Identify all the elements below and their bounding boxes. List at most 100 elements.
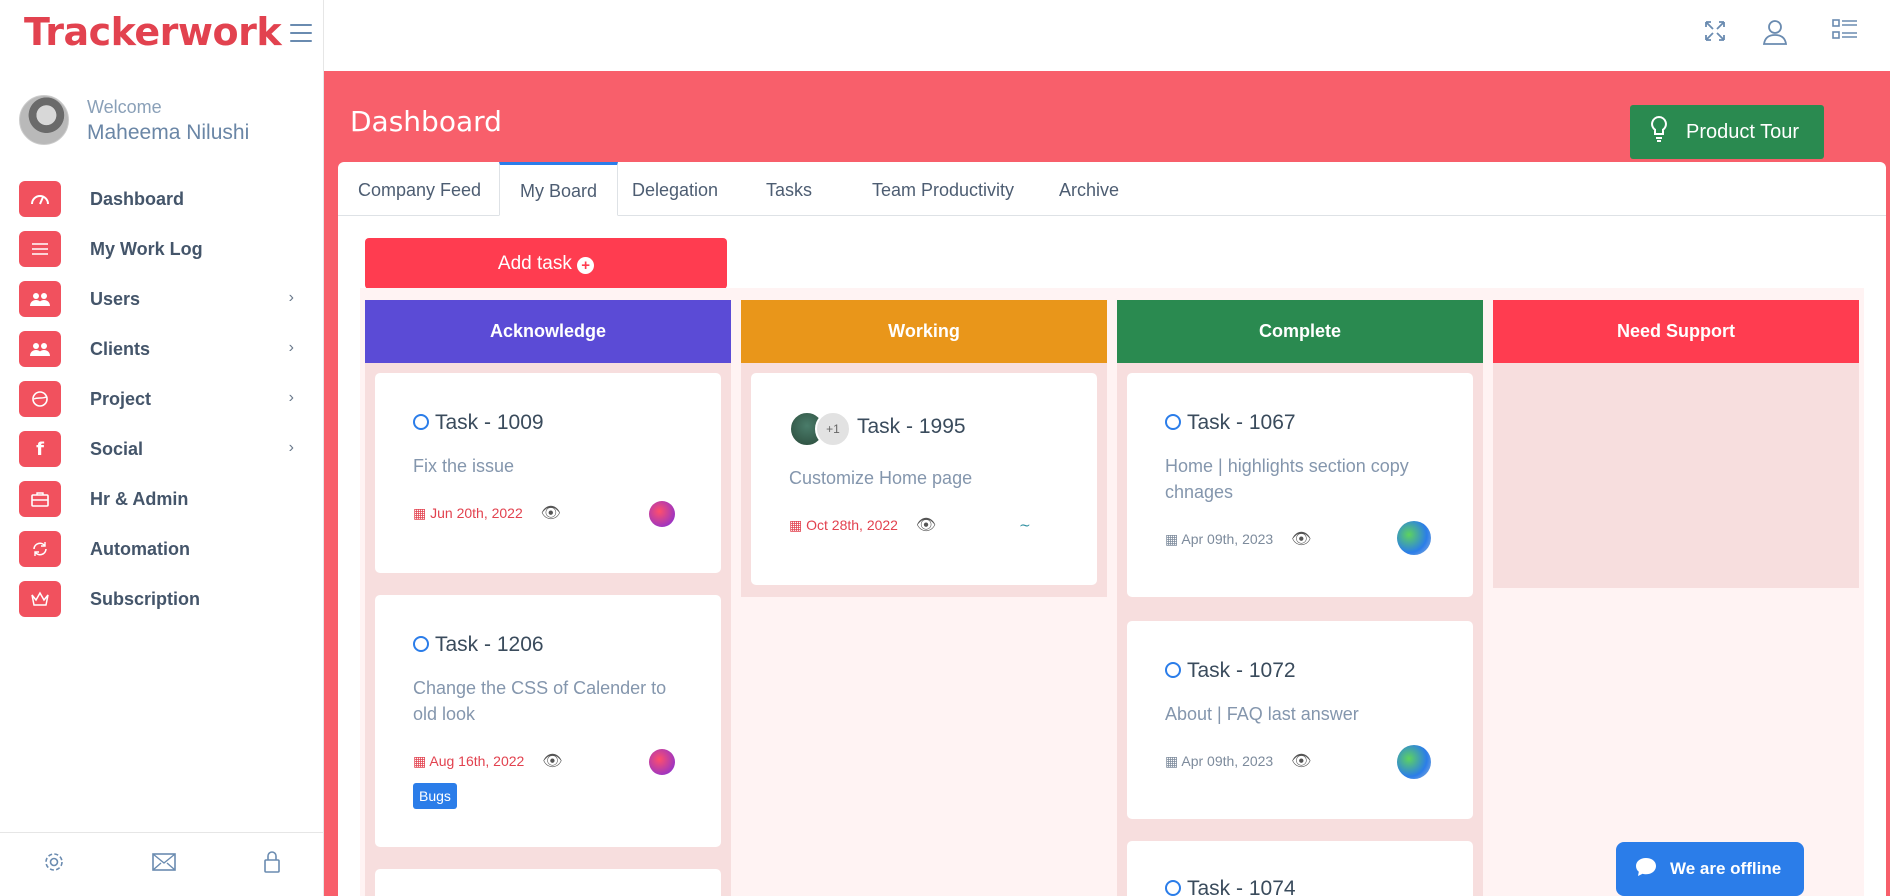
user-name: Maheema Nilushi [87,121,250,144]
sidebar-item-label: Dashboard [90,188,185,209]
chat-widget-button[interactable]: We are offline [1616,842,1804,896]
task-meta: ▦ Jun 20th, 2022 👁 [413,503,561,523]
task-date: Apr 09th, 2023 [1181,753,1274,769]
tab-team-productivity[interactable]: Team Productivity [852,162,1034,216]
avatar[interactable] [19,95,69,145]
sidebar-item-hr-admin[interactable]: Hr & Admin [19,474,304,524]
sidebar-item-label: Subscription [90,588,201,609]
sidebar-item-label: Users [90,288,141,309]
product-tour-button[interactable]: Product Tour [1630,105,1824,159]
sidebar-item-label: Automation [90,538,190,559]
task-meta: ▦ Oct 28th, 2022 👁 [789,515,936,535]
eye-icon[interactable]: 👁 [542,751,562,771]
client-logo: ~ [1019,518,1031,534]
kanban-board: Acknowledge Task - 1009 Fix the issue ▦ … [360,288,1864,896]
mail-icon[interactable] [151,852,177,878]
task-card[interactable] [375,869,721,896]
task-description: Home | highlights section copy chnages [1165,456,1409,502]
gear-icon[interactable] [42,850,66,880]
chat-bubble-icon [1634,856,1658,883]
main-content: Company Feed My Board Delegation Tasks T… [338,162,1886,896]
eye-icon[interactable]: 👁 [541,503,561,523]
column-header: Complete [1117,300,1483,363]
task-meta: ▦ Apr 09th, 2023 👁 [1165,751,1311,771]
task-card[interactable]: Task - 1067 Home | highlights section co… [1127,373,1473,597]
sidebar-item-dashboard[interactable]: Dashboard [19,174,304,224]
sidebar-item-my-work-log[interactable]: My Work Log [19,224,304,274]
task-description: Change the CSS of Calender to old look [413,678,667,724]
status-circle-icon [1165,414,1181,430]
client-logo [649,501,675,527]
task-title: Task - 1206 [413,633,544,657]
column-working: Working +1 Task - 1995 Customize Home pa… [741,300,1107,597]
topbar [324,0,1890,71]
user-icon[interactable] [1760,18,1790,48]
tab-delegation[interactable]: Delegation [612,162,738,216]
globe-icon [19,381,61,417]
column-body: +1 Task - 1995 Customize Home page ▦ Oct… [741,363,1107,597]
task-meta: ▦ Aug 16th, 2022 👁 [413,751,563,771]
calendar-icon: ▦ [1165,531,1179,547]
task-title: Task - 1072 [1165,659,1296,683]
task-date: Aug 16th, 2022 [429,753,525,769]
task-title: Task - 1009 [413,411,544,435]
tab-my-board[interactable]: My Board [499,162,619,216]
eye-icon[interactable]: 👁 [916,515,936,535]
task-card[interactable]: Task - 1206 Change the CSS of Calender t… [375,595,721,847]
tab-archive[interactable]: Archive [1039,162,1139,216]
sidebar-item-label: Project [90,388,152,409]
menu-toggle-icon[interactable] [290,24,312,44]
tab-tasks[interactable]: Tasks [746,162,832,216]
status-circle-icon [413,414,429,430]
sidebar-item-social[interactable]: f Social › [19,424,304,474]
task-card[interactable]: Task - 1072 About | FAQ last answer ▦ Ap… [1127,621,1473,819]
sidebar-nav: Dashboard My Work Log Users › Clients › [19,174,304,624]
sidebar-item-subscription[interactable]: Subscription [19,574,304,624]
lock-icon[interactable] [262,850,282,880]
eye-icon[interactable]: 👁 [1291,751,1311,771]
sidebar-item-clients[interactable]: Clients › [19,324,304,374]
column-body: Task - 1009 Fix the issue ▦ Jun 20th, 20… [365,363,731,896]
welcome-text: Welcome [87,97,162,117]
task-date: Apr 09th, 2023 [1181,531,1274,547]
task-description: Fix the issue [413,456,515,476]
status-circle-icon [1165,880,1181,896]
add-task-label: Add task [497,253,572,274]
add-task-button[interactable]: Add task + [365,238,727,289]
refresh-icon [19,531,61,567]
chevron-right-icon: › [288,389,294,406]
column-header: Working [741,300,1107,363]
sidebar-item-users[interactable]: Users › [19,274,304,324]
column-header: Need Support [1493,300,1859,363]
chat-status-label: We are offline [1670,859,1782,878]
brand-logo[interactable]: Trackerwork [24,10,282,54]
plus-circle-icon: + [577,257,595,274]
task-title: Task - 1074 [1165,877,1296,896]
column-body [1493,363,1859,588]
calendar-icon: ▦ [413,505,427,521]
users-icon [19,331,61,367]
extra-assignees-badge: +1 [815,411,851,447]
sidebar-item-automation[interactable]: Automation [19,524,304,574]
task-card[interactable]: +1 Task - 1995 Customize Home page ▦ Oct… [751,373,1097,585]
speedometer-icon [19,181,61,217]
chevron-right-icon: › [288,289,294,306]
eye-icon[interactable]: 👁 [1291,529,1311,549]
column-complete: Complete Task - 1067 Home | highlights s… [1117,300,1483,896]
sidebar-item-label: Social [90,438,144,459]
tab-bar: Company Feed My Board Delegation Tasks T… [338,162,1886,216]
sidebar: Trackerwork Welcome Maheema Nilushi Dash… [0,0,324,896]
briefcase-icon [19,481,61,517]
list-settings-icon[interactable] [1830,18,1860,48]
task-date: Jun 20th, 2022 [430,505,523,521]
sidebar-item-project[interactable]: Project › [19,374,304,424]
task-title: Task - 1067 [1165,411,1296,435]
tab-company-feed[interactable]: Company Feed [338,162,501,216]
task-card[interactable]: Task - 1074 [1127,841,1473,896]
client-logo [1397,745,1431,779]
task-card[interactable]: Task - 1009 Fix the issue ▦ Jun 20th, 20… [375,373,721,573]
task-title: Task - 1995 [857,415,966,438]
fullscreen-icon[interactable] [1700,18,1730,48]
column-body: Task - 1067 Home | highlights section co… [1117,363,1483,896]
column-acknowledge: Acknowledge Task - 1009 Fix the issue ▦ … [365,300,731,896]
